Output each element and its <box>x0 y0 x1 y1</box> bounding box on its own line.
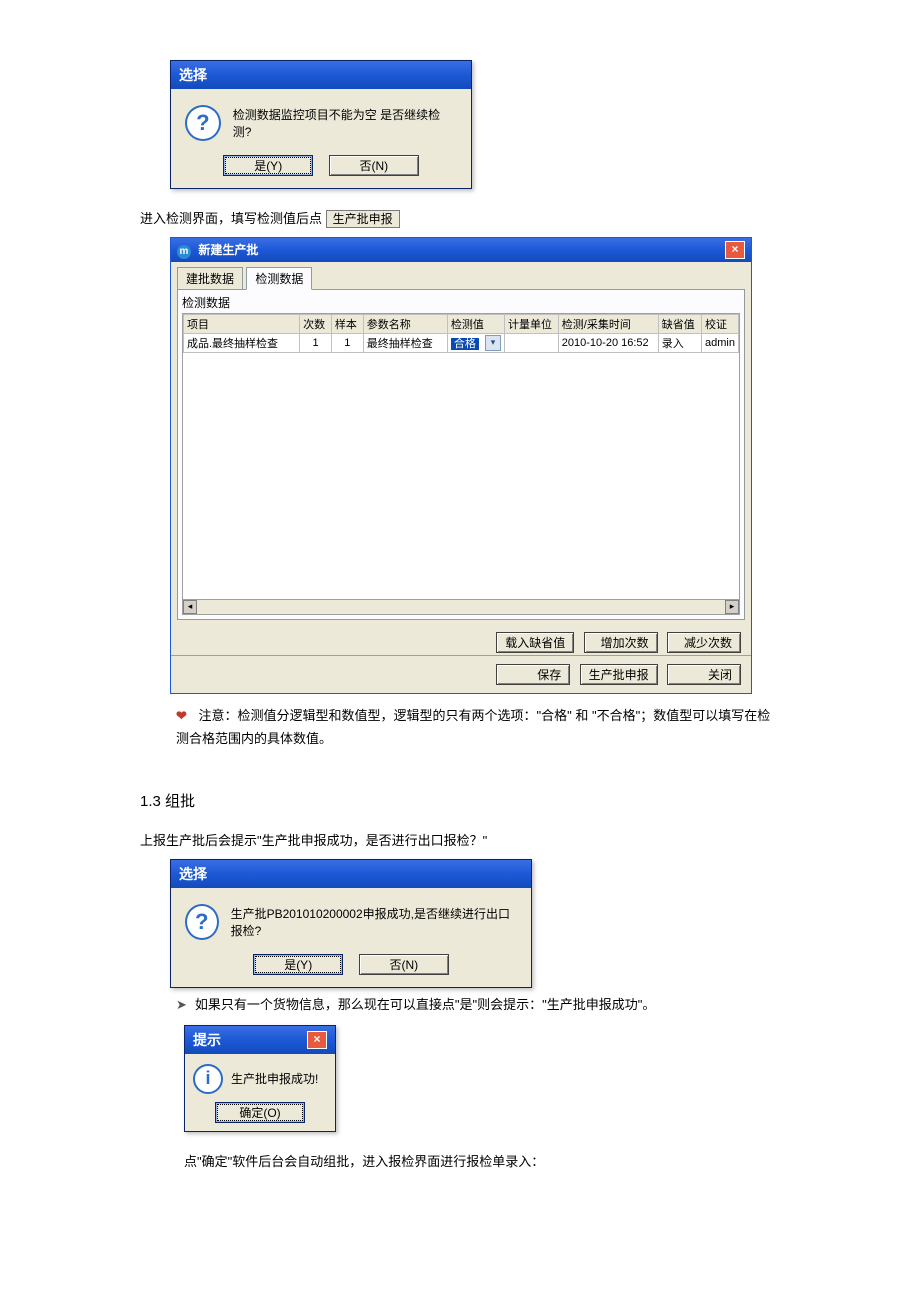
instruction-line-1: 进入检测界面，填写检测值后点 生产批申报 <box>140 207 780 231</box>
col-param[interactable]: 参数名称 <box>363 314 447 333</box>
col-count[interactable]: 次数 <box>300 314 332 333</box>
dialog-body: i 生产批申报成功! <box>185 1054 335 1098</box>
confirm-dialog-export-inspect: 选择 ? 生产批PB201010200002申报成功,是否继续进行出口报检? 是… <box>170 859 532 988</box>
instruction-line-2: 上报生产批后会提示"生产批申报成功，是否进行出口报检？" <box>140 829 780 852</box>
grid-header-row: 项目 次数 样本 参数名称 检测值 计量单位 检测/采集时间 缺省值 校证 <box>184 314 739 333</box>
cell-value[interactable]: 合格 <box>447 333 504 352</box>
grid-data-row[interactable]: 成品.最终抽样检查 1 1 最终抽样检查 合格 2010-10-20 16:52… <box>184 333 739 352</box>
ok-button[interactable]: 确定(O) <box>215 1102 305 1123</box>
col-time[interactable]: 检测/采集时间 <box>558 314 658 333</box>
dialog-button-row: 是(Y) 否(N) <box>171 950 531 987</box>
dialog-button-row: 是(Y) 否(N) <box>171 151 471 188</box>
note-1-text: 注意：检测值分逻辑型和数值型，逻辑型的只有两个选项："合格" 和 "不合格"；数… <box>176 708 770 746</box>
dialog-message: 生产批申报成功! <box>231 1070 318 1087</box>
yes-button[interactable]: 是(Y) <box>253 954 343 975</box>
app-icon: m <box>177 245 191 259</box>
grid-table: 项目 次数 样本 参数名称 检测值 计量单位 检测/采集时间 缺省值 校证 成品… <box>183 314 739 353</box>
group-label: 检测数据 <box>182 294 740 313</box>
confirm-dialog-continue-detect: 选择 ? 检测数据监控项目不能为空 是否继续检测? 是(Y) 否(N) <box>170 60 472 189</box>
cell-project[interactable]: 成品.最终抽样检查 <box>184 333 300 352</box>
question-icon: ? <box>185 105 221 141</box>
col-verify[interactable]: 校证 <box>702 314 739 333</box>
window-footer-button-row: 保存 生产批申报 关闭 <box>171 655 751 693</box>
cell-param[interactable]: 最终抽样检查 <box>363 333 447 352</box>
info-icon: i <box>193 1064 223 1094</box>
dialog-body: ? 生产批PB201010200002申报成功,是否继续进行出口报检? <box>171 888 531 950</box>
col-project[interactable]: 项目 <box>184 314 300 333</box>
new-production-batch-window: m 新建生产批 × 建批数据 检测数据 检测数据 项目 次数 样本 参数名称 检… <box>170 237 752 694</box>
window-titlebar: m 新建生产批 × <box>171 238 751 262</box>
close-icon[interactable]: × <box>307 1031 327 1049</box>
col-sample[interactable]: 样本 <box>331 314 363 333</box>
dialog-titlebar: 提示 × <box>185 1026 335 1054</box>
horizontal-scrollbar[interactable]: ◂ ▸ <box>183 599 739 614</box>
cell-time[interactable]: 2010-10-20 16:52 <box>558 333 658 352</box>
dialog-title: 提示 <box>193 1030 221 1050</box>
bullet-list: 如果只有一个货物信息，那么现在可以直接点"是"则会提示："生产批申报成功"。 <box>140 994 780 1013</box>
info-dialog-success: 提示 × i 生产批申报成功! 确定(O) <box>184 1025 336 1132</box>
close-button[interactable]: 关闭 <box>667 664 741 685</box>
question-icon: ? <box>185 904 219 940</box>
load-default-button[interactable]: 载入缺省值 <box>496 632 574 653</box>
cell-verify[interactable]: admin <box>702 333 739 352</box>
window-title-text: 新建生产批 <box>198 243 258 257</box>
dialog-title: 选择 <box>179 864 207 884</box>
scroll-left-icon[interactable]: ◂ <box>183 600 197 614</box>
cell-count[interactable]: 1 <box>300 333 332 352</box>
production-report-button-inline[interactable]: 生产批申报 <box>326 210 400 228</box>
cell-default[interactable]: 录入 <box>658 333 701 352</box>
window-title: m 新建生产批 <box>177 241 258 259</box>
dialog-title: 选择 <box>179 65 207 85</box>
dialog-titlebar: 选择 <box>171 61 471 89</box>
data-grid[interactable]: 项目 次数 样本 参数名称 检测值 计量单位 检测/采集时间 缺省值 校证 成品… <box>182 313 740 615</box>
instruction-line-3: 点"确定"软件后台会自动组批，进入报检界面进行报检单录入： <box>184 1150 780 1173</box>
increase-count-button[interactable]: 增加次数 <box>584 632 658 653</box>
tab-panel: 检测数据 项目 次数 样本 参数名称 检测值 计量单位 检测/采集时间 缺省值 … <box>177 289 745 620</box>
note-1: ❤ 注意：检测值分逻辑型和数值型，逻辑型的只有两个选项："合格" 和 "不合格"… <box>176 704 780 751</box>
tab-strip: 建批数据 检测数据 <box>171 262 751 289</box>
cell-value-text: 合格 <box>451 338 479 350</box>
section-heading: 1.3 组批 <box>140 790 780 811</box>
cell-sample[interactable]: 1 <box>331 333 363 352</box>
instruction-prefix: 进入检测界面，填写检测值后点 <box>140 211 322 226</box>
scroll-right-icon[interactable]: ▸ <box>725 600 739 614</box>
tab-detect-data[interactable]: 检测数据 <box>246 267 312 290</box>
decrease-count-button[interactable]: 减少次数 <box>667 632 741 653</box>
dropdown-arrow-icon[interactable] <box>485 335 501 351</box>
col-default[interactable]: 缺省值 <box>658 314 701 333</box>
grid-button-row: 载入缺省值 增加次数 减少次数 <box>171 626 751 653</box>
tab-build-data[interactable]: 建批数据 <box>177 267 243 289</box>
production-report-button[interactable]: 生产批申报 <box>580 664 658 685</box>
no-button[interactable]: 否(N) <box>359 954 449 975</box>
save-button[interactable]: 保存 <box>496 664 570 685</box>
yes-button[interactable]: 是(Y) <box>223 155 313 176</box>
close-icon[interactable]: × <box>725 241 745 259</box>
dialog-button-row: 确定(O) <box>185 1098 335 1131</box>
dialog-message: 生产批PB201010200002申报成功,是否继续进行出口报检? <box>231 905 517 939</box>
dialog-titlebar: 选择 <box>171 860 531 888</box>
bullet-1: 如果只有一个货物信息，那么现在可以直接点"是"则会提示："生产批申报成功"。 <box>176 994 780 1013</box>
cell-unit[interactable] <box>505 333 559 352</box>
col-unit[interactable]: 计量单位 <box>505 314 559 333</box>
no-button[interactable]: 否(N) <box>329 155 419 176</box>
col-value[interactable]: 检测值 <box>447 314 504 333</box>
dialog-message: 检测数据监控项目不能为空 是否继续检测? <box>233 106 457 140</box>
dialog-body: ? 检测数据监控项目不能为空 是否继续检测? <box>171 89 471 151</box>
flag-icon: ❤ <box>176 708 187 723</box>
